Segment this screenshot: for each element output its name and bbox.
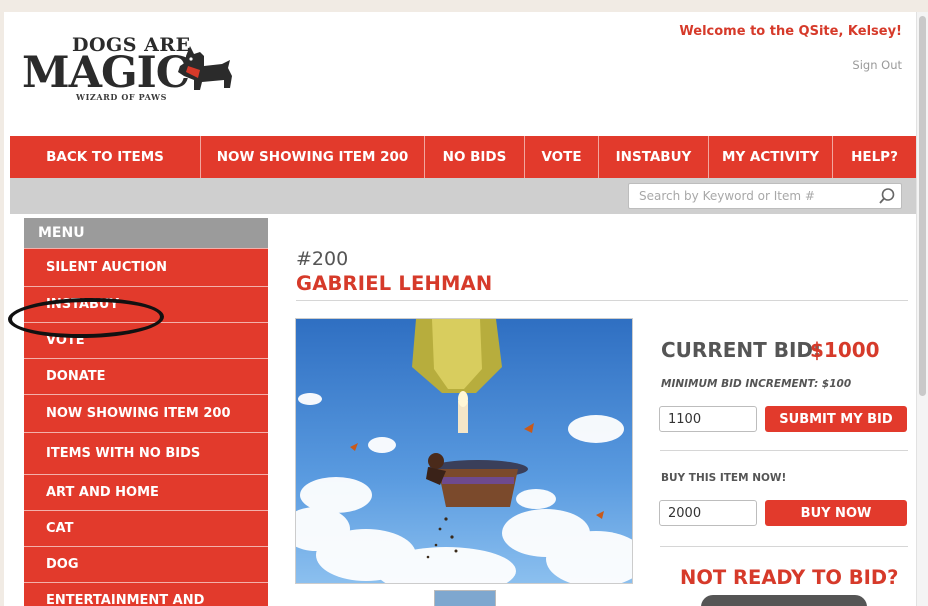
search-bar — [10, 178, 916, 214]
menu-item-now-showing[interactable]: NOW SHOWING ITEM 200 — [24, 394, 268, 432]
menu-item-cat[interactable]: CAT — [24, 510, 268, 546]
dogs-are-magic-logo[interactable]: DOGS ARE MAGIC WIZARD OF PAWS — [22, 34, 237, 104]
item-artwork-image[interactable] — [295, 318, 633, 584]
nav-help[interactable]: HELP? — [832, 136, 916, 178]
sign-out-link[interactable]: Sign Out — [852, 58, 902, 72]
submit-bid-button[interactable]: SUBMIT MY BID — [765, 406, 907, 432]
artwork-thumbnail[interactable] — [434, 590, 496, 606]
side-menu: MENU SILENT AUCTION INSTABUY VOTE DONATE… — [24, 218, 268, 606]
menu-item-no-bids[interactable]: ITEMS WITH NO BIDS — [24, 432, 268, 474]
menu-header: MENU — [24, 218, 268, 248]
buy-divider — [660, 546, 908, 547]
nav-no-bids[interactable]: NO BIDS — [424, 136, 524, 178]
bid-divider — [660, 450, 908, 451]
nav-my-activity[interactable]: MY ACTIVITY — [708, 136, 832, 178]
nav-instabuy[interactable]: INSTABUY — [598, 136, 708, 178]
title-divider — [296, 300, 908, 301]
menu-item-donate[interactable]: DONATE — [24, 358, 268, 394]
scrollbar-thumb[interactable] — [919, 16, 926, 396]
artwork-painting — [296, 319, 632, 583]
buy-now-button[interactable]: BUY NOW — [765, 500, 907, 526]
current-bid-value: $1000 — [810, 338, 880, 362]
page-scrollbar[interactable] — [916, 12, 928, 606]
item-title: GABRIEL LEHMAN — [296, 272, 493, 295]
top-navigation: BACK TO ITEMS NOW SHOWING ITEM 200 NO BI… — [10, 136, 916, 178]
menu-item-entertainment[interactable]: ENTERTAINMENT AND — [24, 582, 268, 606]
logo-sub-text: WIZARD OF PAWS — [76, 92, 167, 102]
welcome-message: Welcome to the QSite, Kelsey! — [679, 24, 902, 39]
buy-now-label: BUY THIS ITEM NOW! — [661, 472, 787, 484]
current-bid-label: CURRENT BID: — [661, 338, 822, 362]
bid-amount-input[interactable] — [659, 406, 757, 432]
item-number: #200 — [296, 248, 349, 270]
buy-now-price-input[interactable] — [659, 500, 757, 526]
search-icon[interactable] — [878, 187, 896, 205]
watch-item-button[interactable] — [701, 595, 867, 606]
search-box — [628, 183, 902, 209]
menu-item-dog[interactable]: DOG — [24, 546, 268, 582]
nav-now-showing[interactable]: NOW SHOWING ITEM 200 — [200, 136, 424, 178]
scottie-dog-icon — [178, 46, 232, 90]
menu-item-art-and-home[interactable]: ART AND HOME — [24, 474, 268, 510]
auction-page: DOGS ARE MAGIC WIZARD OF PAWS Welcome to… — [4, 12, 916, 606]
menu-item-silent-auction[interactable]: SILENT AUCTION — [24, 248, 268, 286]
minimum-bid-increment: MINIMUM BID INCREMENT: $100 — [661, 378, 852, 390]
not-ready-heading: NOT READY TO BID? — [680, 566, 899, 589]
search-input[interactable] — [629, 184, 881, 208]
logo-main-text: MAGIC — [22, 48, 190, 98]
nav-back-to-items[interactable]: BACK TO ITEMS — [10, 136, 200, 178]
nav-vote[interactable]: VOTE — [524, 136, 598, 178]
